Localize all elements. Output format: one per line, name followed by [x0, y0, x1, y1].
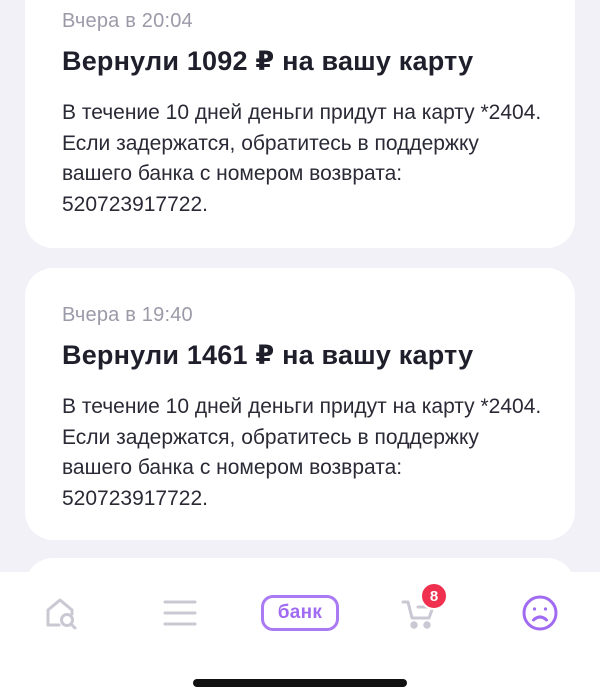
notification-card-partial[interactable] [25, 558, 575, 572]
menu-icon [163, 600, 197, 626]
notification-body: В течение 10 дней деньги придут на карту… [62, 101, 542, 216]
notification-title: Вернули 1092 ₽ на вашу карту [62, 46, 474, 76]
notification-body: В течение 10 дней деньги придут на карту… [62, 395, 542, 510]
notification-time: Вчера в 20:04 [62, 10, 193, 32]
home-search-icon [46, 598, 77, 630]
notification-card[interactable]: Вчера в 19:40 Вернули 1461 ₽ на вашу кар… [25, 268, 575, 540]
notification-time: Вчера в 19:40 [62, 304, 193, 326]
notification-card[interactable]: Вчера в 20:04 Вернули 1092 ₽ на вашу кар… [25, 0, 575, 248]
home-indicator[interactable] [193, 679, 407, 687]
tab-catalog[interactable] [150, 588, 210, 638]
bank-icon: банк [261, 595, 339, 631]
tab-bank[interactable]: банк [258, 588, 342, 638]
notifications-feed: Вчера в 20:04 Вернули 1092 ₽ на вашу кар… [0, 0, 600, 572]
tab-cart[interactable]: 8 [389, 582, 449, 638]
bank-label: банк [277, 602, 323, 623]
tab-profile[interactable] [510, 588, 570, 638]
cart-count-badge: 8 [420, 582, 448, 610]
profile-icon [522, 595, 558, 631]
notification-title: Вернули 1461 ₽ на вашу карту [62, 340, 474, 370]
tab-home[interactable] [31, 588, 91, 638]
